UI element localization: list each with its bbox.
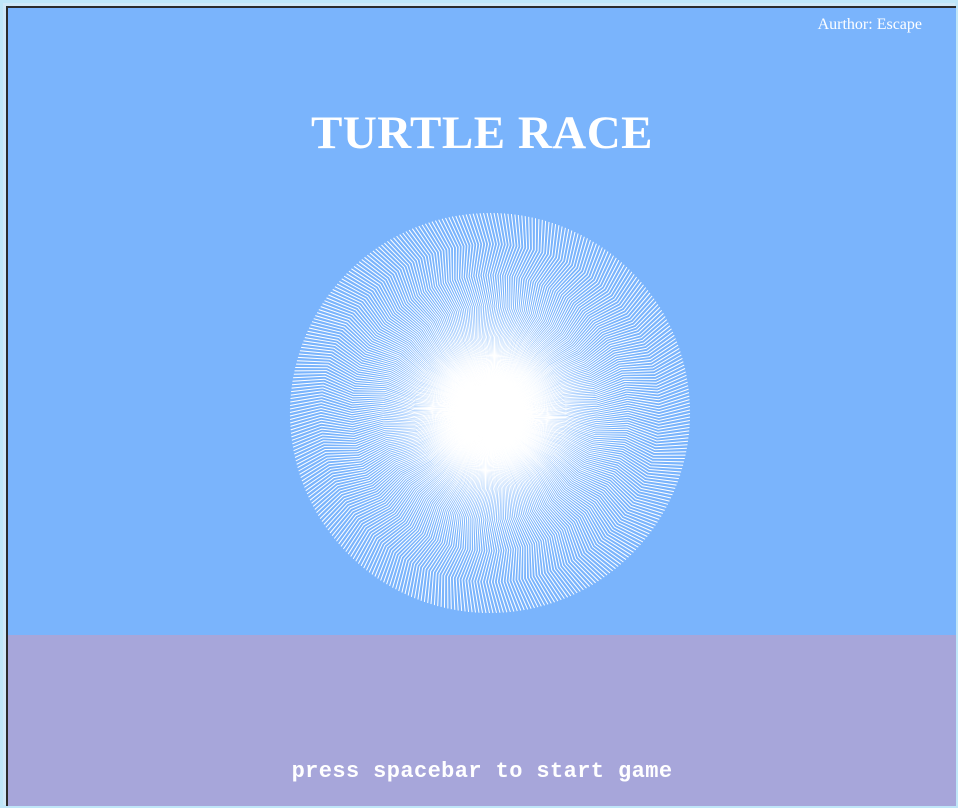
game-window: Aurthor: Escape TURTLE RACE press spaceb… bbox=[0, 0, 958, 808]
game-title: TURTLE RACE bbox=[310, 107, 654, 159]
start-prompt: press spacebar to start game bbox=[291, 759, 673, 784]
spiral-rosette-graphic bbox=[289, 212, 691, 614]
game-canvas[interactable]: Aurthor: Escape TURTLE RACE press spaceb… bbox=[6, 6, 956, 806]
author-credit: Aurthor: Escape bbox=[817, 16, 922, 33]
